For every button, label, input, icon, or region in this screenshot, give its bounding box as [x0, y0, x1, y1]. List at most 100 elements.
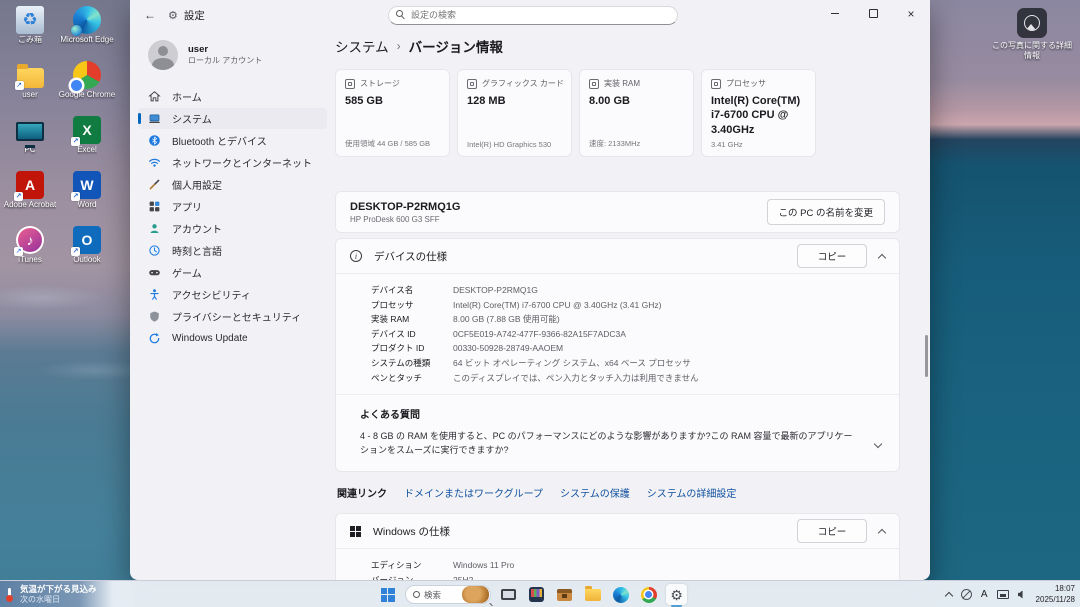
start-button[interactable]: [377, 584, 398, 605]
store-icon: [529, 587, 544, 602]
taskbar-search[interactable]: 検索: [405, 585, 491, 604]
device-spec-header[interactable]: i デバイスの仕様 コピー: [336, 239, 899, 273]
sidebar-item-privacy-security[interactable]: プライバシーとセキュリティ: [138, 306, 327, 327]
sidebar-item-bluetooth-devices[interactable]: Bluetooth とデバイス: [138, 130, 327, 151]
taskbar-edge[interactable]: [610, 584, 631, 605]
weather-headline: 気温が下がる見込み: [20, 584, 97, 595]
desktop-icon-user-folder[interactable]: user: [2, 58, 58, 113]
taskbar-pinned-store[interactable]: [526, 584, 547, 605]
desktop-icon-chrome[interactable]: Google Chrome: [58, 58, 116, 113]
taskbar-chrome[interactable]: [638, 584, 659, 605]
sidebar-item-windows-update[interactable]: Windows Update: [138, 328, 327, 349]
taskbar-pinned-pc-app[interactable]: [498, 584, 519, 605]
volume-icon[interactable]: [1018, 591, 1023, 599]
close-button[interactable]: ×: [892, 0, 930, 27]
tray-overflow-chevron-icon[interactable]: [945, 592, 953, 600]
gamepad-icon: [147, 266, 161, 280]
search-icon: [413, 591, 420, 598]
itunes-icon: ♪: [16, 226, 44, 254]
copy-device-spec-button[interactable]: コピー: [797, 244, 867, 268]
sidebar-item-label: ホーム: [172, 89, 202, 104]
desktop-icon-recycle-bin[interactable]: ♻ ごみ箱: [2, 3, 58, 58]
taskbar-search-placeholder: 検索: [424, 589, 458, 601]
settings-search[interactable]: [388, 5, 678, 24]
desktop-icon-pc[interactable]: PC: [2, 113, 58, 168]
related-links-label: 関連リンク: [337, 485, 387, 500]
shield-icon: [147, 310, 161, 324]
desktop-icon-word[interactable]: W Word: [58, 168, 116, 223]
sidebar-item-personalization[interactable]: 個人用設定: [138, 174, 327, 195]
card-label: プロセッサ: [726, 78, 766, 89]
rename-pc-button[interactable]: この PC の名前を変更: [767, 199, 885, 225]
card-processor[interactable]: プロセッサ Intel(R) Core(TM) i7-6700 CPU @ 3.…: [701, 69, 816, 157]
chevron-down-icon[interactable]: [874, 440, 882, 448]
device-name: DESKTOP-P2RMQ1G: [350, 201, 460, 213]
acrobat-icon: A: [16, 171, 44, 199]
titlebar[interactable]: ← ⚙ 設定 ×: [130, 0, 930, 30]
network-icon[interactable]: [997, 590, 1009, 599]
sidebar-item-accessibility[interactable]: アクセシビリティ: [138, 284, 327, 305]
ram-icon: [589, 79, 599, 89]
link-domain-workgroup[interactable]: ドメインまたはワークグループ: [404, 485, 543, 500]
ime-indicator[interactable]: A: [981, 589, 988, 600]
widgets-weather-button[interactable]: 気温が下がる見込み 次の水曜日: [0, 581, 113, 607]
back-button[interactable]: ←: [138, 4, 162, 26]
desktop-icon-edge[interactable]: Microsoft Edge: [58, 3, 116, 58]
sidebar-item-accounts[interactable]: アカウント: [138, 218, 327, 239]
sidebar-item-network-internet[interactable]: ネットワークとインターネット: [138, 152, 327, 173]
desktop-icon-itunes[interactable]: ♪ iTunes: [2, 223, 58, 278]
taskbar-file-explorer[interactable]: [582, 584, 603, 605]
tray-time: 18:07: [1036, 584, 1075, 594]
chevron-up-icon[interactable]: [878, 253, 886, 261]
scrollbar-thumb[interactable]: [925, 335, 928, 377]
spec-value: 00330-50928-28749-AAOEM: [453, 341, 563, 356]
spec-value: Intel(R) Core(TM) i7-6700 CPU @ 3.40GHz …: [453, 298, 661, 313]
settings-search-input[interactable]: [388, 6, 678, 25]
taskbar-settings-active[interactable]: ⚙: [666, 584, 687, 605]
search-highlight-image[interactable]: [462, 586, 489, 603]
copy-windows-spec-button[interactable]: コピー: [797, 519, 867, 543]
folder-icon: [17, 68, 44, 88]
card-graphics[interactable]: グラフィックス カード 128 MB Intel(R) HD Graphics …: [457, 69, 572, 157]
sidebar-item-system[interactable]: システム: [138, 108, 327, 129]
system-tray: A 18:07 2025/11/28: [946, 581, 1075, 607]
desktop-icon-outlook[interactable]: O Outlook: [58, 223, 116, 278]
app-title-label: 設定: [184, 8, 205, 23]
desktop-icon-excel[interactable]: X Excel: [58, 113, 116, 168]
faq-block[interactable]: よくある質問 4 - 8 GB の RAM を使用すると、PC のパフォーマンス…: [336, 394, 899, 471]
edge-icon: [73, 6, 101, 34]
tray-clock[interactable]: 18:07 2025/11/28: [1036, 584, 1075, 605]
spec-value: Windows 11 Pro: [453, 558, 514, 573]
maximize-button[interactable]: [854, 0, 892, 27]
settings-window: ← ⚙ 設定 × user ローカル アカウント ホーム: [130, 0, 930, 580]
pc-monitor-icon: [16, 122, 44, 141]
windows-spec-header[interactable]: Windows の仕様 コピー: [336, 514, 899, 548]
user-account-block[interactable]: user ローカル アカウント: [130, 30, 335, 74]
onedrive-paused-icon[interactable]: [961, 589, 972, 600]
user-name: user: [188, 44, 262, 55]
desktop-icon-photo-info[interactable]: この写真に関する詳細情報: [986, 8, 1078, 60]
card-ram[interactable]: 実装 RAM 8.00 GB 速度: 2133MHz: [579, 69, 694, 157]
taskbar-pinned-briefcase-app[interactable]: [554, 584, 575, 605]
sidebar-item-apps[interactable]: アプリ: [138, 196, 327, 217]
storage-icon: [345, 79, 355, 89]
desktop-icon-label: Word: [78, 201, 97, 210]
sidebar-item-home[interactable]: ホーム: [138, 86, 327, 107]
minimize-button[interactable]: [816, 0, 854, 27]
link-advanced-system-settings[interactable]: システムの詳細設定: [647, 485, 737, 500]
card-detail: 使用領域 44 GB / 585 GB: [345, 138, 430, 149]
breadcrumb-separator: ›: [397, 39, 401, 53]
sidebar-item-label: プライバシーとセキュリティ: [172, 309, 301, 324]
link-system-protection[interactable]: システムの保護: [560, 485, 630, 500]
breadcrumb-parent[interactable]: システム: [335, 36, 389, 56]
chevron-up-icon[interactable]: [878, 528, 886, 536]
spec-value: このディスプレイでは、ペン入力とタッチ入力は利用できません: [453, 371, 699, 386]
sidebar-item-time-language[interactable]: 時刻と言語: [138, 240, 327, 261]
home-icon: [147, 90, 161, 104]
desktop-icon-acrobat[interactable]: A Adobe Acrobat: [2, 168, 58, 223]
card-storage[interactable]: ストレージ 585 GB 使用領域 44 GB / 585 GB: [335, 69, 450, 157]
sidebar-item-gaming[interactable]: ゲーム: [138, 262, 327, 283]
spec-value: 8.00 GB (7.88 GB 使用可能): [453, 312, 560, 327]
word-icon: W: [73, 171, 101, 199]
excel-icon: X: [73, 116, 101, 144]
